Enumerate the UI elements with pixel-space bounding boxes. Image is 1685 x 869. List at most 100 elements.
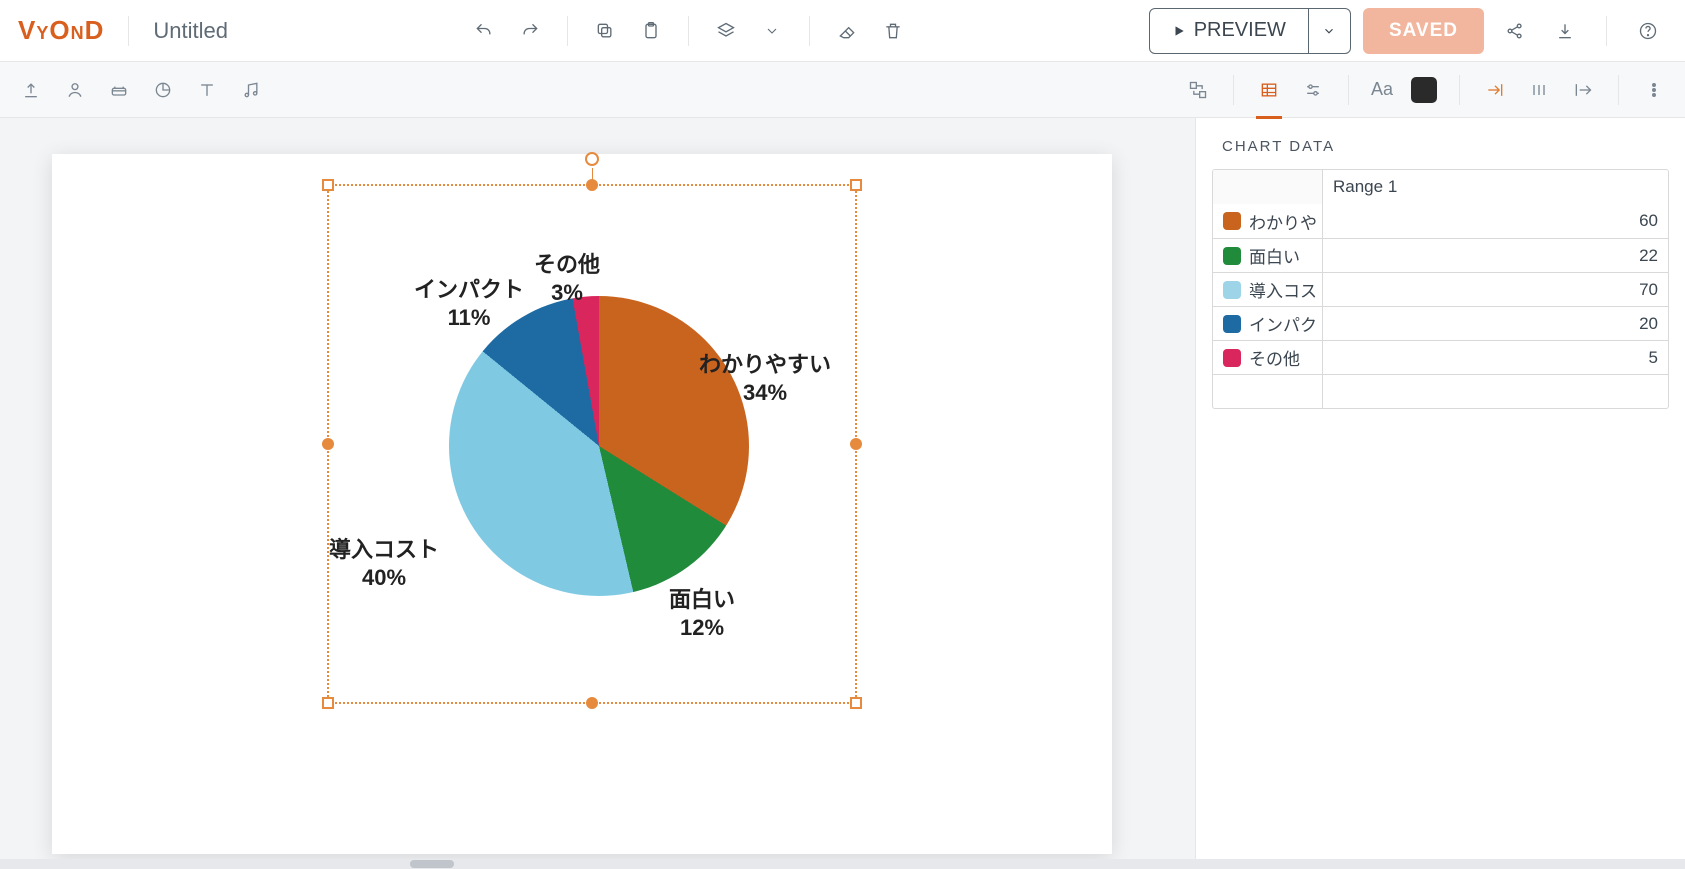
row-label-cell[interactable]: わかりや (1213, 204, 1323, 238)
user-icon (65, 80, 85, 100)
upload-icon (21, 80, 41, 100)
row-value-cell[interactable]: 22 (1323, 239, 1668, 272)
divider (1348, 75, 1349, 105)
divider (688, 16, 689, 46)
header-range[interactable]: Range 1 (1323, 170, 1668, 204)
layers-caret[interactable] (753, 12, 791, 50)
rotate-handle[interactable] (585, 152, 599, 166)
erase-button[interactable] (828, 12, 866, 50)
paste-icon (641, 21, 661, 41)
divider (1618, 75, 1619, 105)
replace-button[interactable] (1179, 71, 1217, 109)
slice-label-0: わかりやすい34% (699, 351, 831, 406)
help-icon (1638, 21, 1658, 41)
download-button[interactable] (1546, 12, 1584, 50)
row-value-cell[interactable]: 5 (1323, 341, 1668, 374)
color-button[interactable] (1405, 71, 1443, 109)
saved-indicator: SAVED (1363, 8, 1484, 54)
tab-settings[interactable] (1294, 71, 1332, 109)
trash-icon (883, 21, 903, 41)
divider (1606, 16, 1607, 46)
pie-chart[interactable]: わかりやすい34% 面白い12% 導入コスト40% インパクト11% その他3% (329, 186, 855, 702)
slice-label-2: 導入コスト40% (329, 536, 439, 591)
color-swatch-icon (1223, 349, 1241, 367)
selection-box[interactable]: わかりやすい34% 面白い12% 導入コスト40% インパクト11% その他3% (327, 184, 857, 704)
help-button[interactable] (1629, 12, 1667, 50)
redo-icon (520, 21, 540, 41)
more-vertical-icon (1644, 80, 1664, 100)
audio-button[interactable] (232, 71, 270, 109)
pie-chart-icon (153, 80, 173, 100)
preview-button[interactable]: PREVIEW (1150, 9, 1308, 53)
row-label-cell[interactable]: 導入コス (1213, 273, 1323, 306)
share-icon (1505, 21, 1525, 41)
table-row[interactable]: 導入コス70 (1213, 272, 1668, 306)
motion-path-icon (1529, 80, 1549, 100)
divider (128, 16, 129, 46)
copy-icon (595, 21, 615, 41)
table-row[interactable]: 面白い 22 (1213, 238, 1668, 272)
layers-button[interactable] (707, 12, 745, 50)
divider (1233, 75, 1234, 105)
copy-button[interactable] (586, 12, 624, 50)
center-toolbar (465, 12, 912, 50)
top-bar: VYOND Untitled (0, 0, 1685, 62)
chart-button[interactable] (144, 71, 182, 109)
chevron-down-icon (1322, 24, 1336, 38)
enter-effect-button[interactable] (1476, 71, 1514, 109)
app-logo: VYOND (18, 15, 104, 46)
chevron-down-icon (764, 23, 780, 39)
table-row[interactable]: わかりや60 (1213, 204, 1668, 238)
paste-button[interactable] (632, 12, 670, 50)
table-row[interactable]: インパク20 (1213, 306, 1668, 340)
enter-arrow-icon (1485, 80, 1505, 100)
prop-button[interactable] (100, 71, 138, 109)
divider (1459, 75, 1460, 105)
share-button[interactable] (1496, 12, 1534, 50)
row-label-cell[interactable]: インパク (1213, 307, 1323, 340)
undo-button[interactable] (465, 12, 503, 50)
preview-caret[interactable] (1308, 9, 1350, 53)
chart-data-table[interactable]: Range 1 わかりや60面白い22導入コス70インパク20その他5 (1212, 169, 1669, 409)
text-icon (197, 80, 217, 100)
tab-data[interactable] (1250, 71, 1288, 109)
motion-path-button[interactable] (1520, 71, 1558, 109)
delete-button[interactable] (874, 12, 912, 50)
text-button[interactable] (188, 71, 226, 109)
undo-icon (474, 21, 494, 41)
canvas-area[interactable]: わかりやすい34% 面白い12% 導入コスト40% インパクト11% その他3% (0, 118, 1195, 869)
color-swatch-icon (1223, 281, 1241, 299)
layers-icon (716, 21, 736, 41)
header-empty (1213, 170, 1323, 204)
slice-label-1: 面白い12% (669, 586, 735, 641)
divider (809, 16, 810, 46)
row-label: 面白い (1249, 243, 1300, 268)
table-icon (1259, 80, 1279, 100)
row-value-cell[interactable]: 70 (1323, 273, 1668, 306)
download-icon (1555, 21, 1575, 41)
prop-icon (109, 80, 129, 100)
divider (567, 16, 568, 46)
font-button[interactable]: Aa (1365, 71, 1399, 109)
erase-icon (837, 21, 857, 41)
exit-effect-button[interactable] (1564, 71, 1602, 109)
row-value-cell[interactable]: 60 (1323, 204, 1668, 238)
table-row[interactable]: その他 5 (1213, 340, 1668, 374)
row-label: 導入コス (1249, 277, 1317, 302)
row-label: その他 (1249, 345, 1300, 370)
font-aa-icon: Aa (1371, 79, 1393, 100)
row-label: インパク (1249, 311, 1317, 336)
table-row-empty[interactable] (1213, 374, 1668, 408)
more-button[interactable] (1635, 71, 1673, 109)
slide[interactable]: わかりやすい34% 面白い12% 導入コスト40% インパクト11% その他3% (52, 154, 1112, 854)
row-label-cell[interactable]: その他 (1213, 341, 1323, 374)
row-label-cell[interactable]: 面白い (1213, 239, 1323, 272)
workspace: わかりやすい34% 面白い12% 導入コスト40% インパクト11% その他3% (0, 118, 1685, 869)
row-value-cell[interactable]: 20 (1323, 307, 1668, 340)
upload-asset-button[interactable] (12, 71, 50, 109)
character-button[interactable] (56, 71, 94, 109)
document-title[interactable]: Untitled (153, 18, 228, 44)
color-swatch-icon (1223, 315, 1241, 333)
redo-button[interactable] (511, 12, 549, 50)
scrollbar[interactable] (0, 859, 1195, 869)
